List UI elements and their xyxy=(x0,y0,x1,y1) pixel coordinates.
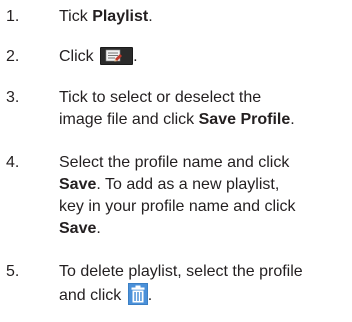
step-text-part: . xyxy=(96,220,101,237)
step-number: 5. xyxy=(6,263,20,280)
step-text-part: image file and click xyxy=(59,111,199,128)
step-text-line: Tick to select or deselect the xyxy=(59,89,262,106)
step-text-line: To delete playlist, select the profile xyxy=(59,263,303,280)
trash-icon xyxy=(127,283,148,305)
step-bold-text: Playlist xyxy=(92,8,149,25)
step-text-part: Click xyxy=(59,48,99,65)
step-text-part: . xyxy=(148,8,153,25)
step-text-part: . To add as a new playlist, xyxy=(96,176,280,193)
step-text-line: key in your profile name and click xyxy=(59,198,296,215)
step-number: 4. xyxy=(6,154,20,171)
step-number: 3. xyxy=(6,89,20,106)
step-text: To delete playlist, select the profile an… xyxy=(59,261,349,307)
step-text-part: . xyxy=(290,111,295,128)
step-text: Select the profile name and click Save. T… xyxy=(59,152,349,240)
step-text-part: . xyxy=(133,48,138,65)
step-text-part: Tick xyxy=(59,8,93,25)
step-text: Tick to select or deselect the image file… xyxy=(59,87,349,131)
step-number: 1. xyxy=(6,8,20,25)
step-text: Tick Playlist. xyxy=(59,6,349,28)
step-bold-text: Save xyxy=(59,220,97,237)
step-text-part: and click xyxy=(59,287,126,304)
step-text: Click . xyxy=(59,46,349,68)
step-text-line: Select the profile name and click xyxy=(59,154,290,171)
step-bold-text: Save Profile xyxy=(198,111,291,128)
playlist-button-icon xyxy=(100,47,134,65)
step-text-part: . xyxy=(147,287,153,304)
step-number: 2. xyxy=(6,48,20,65)
step-bold-text: Save xyxy=(59,176,97,193)
